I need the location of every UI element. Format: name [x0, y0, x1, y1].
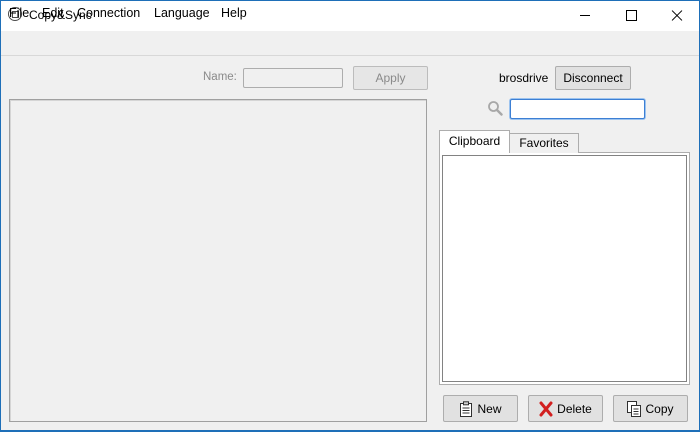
clipboard-list[interactable]	[442, 155, 687, 382]
new-button[interactable]: New	[443, 395, 518, 422]
clipboard-icon	[460, 400, 473, 417]
maximize-button[interactable]	[608, 1, 654, 30]
search-icon	[488, 101, 503, 116]
new-button-label: New	[477, 401, 502, 416]
menu-language[interactable]: Language	[154, 6, 210, 20]
close-icon	[671, 10, 683, 22]
delete-button[interactable]: Delete	[528, 395, 603, 422]
name-label: Name:	[203, 71, 237, 83]
close-button[interactable]	[654, 1, 700, 30]
copy-icon	[627, 400, 642, 417]
copy-button[interactable]: Copy	[613, 395, 688, 422]
menu-help[interactable]: Help	[221, 6, 247, 20]
minimize-button[interactable]	[562, 1, 608, 30]
copy-button-label: Copy	[645, 401, 674, 416]
content-editor-panel[interactable]	[9, 99, 427, 422]
tab-favorites[interactable]: Favorites	[509, 133, 579, 153]
connected-username: brosdrive	[499, 71, 549, 85]
menu-edit[interactable]: Edit	[42, 6, 64, 20]
minimize-icon	[580, 15, 590, 16]
apply-button[interactable]: Apply	[353, 66, 428, 90]
delete-button-label: Delete	[557, 401, 592, 416]
search-input[interactable]	[510, 99, 645, 119]
red-x-icon	[539, 401, 553, 416]
tab-clipboard[interactable]: Clipboard	[439, 130, 510, 153]
menu-file[interactable]: File	[9, 6, 29, 20]
menu-bar	[1, 31, 699, 56]
maximize-icon	[625, 10, 637, 21]
name-input[interactable]	[243, 68, 343, 88]
disconnect-button[interactable]: Disconnect	[555, 66, 631, 90]
menu-connection[interactable]: Connection	[77, 6, 140, 20]
